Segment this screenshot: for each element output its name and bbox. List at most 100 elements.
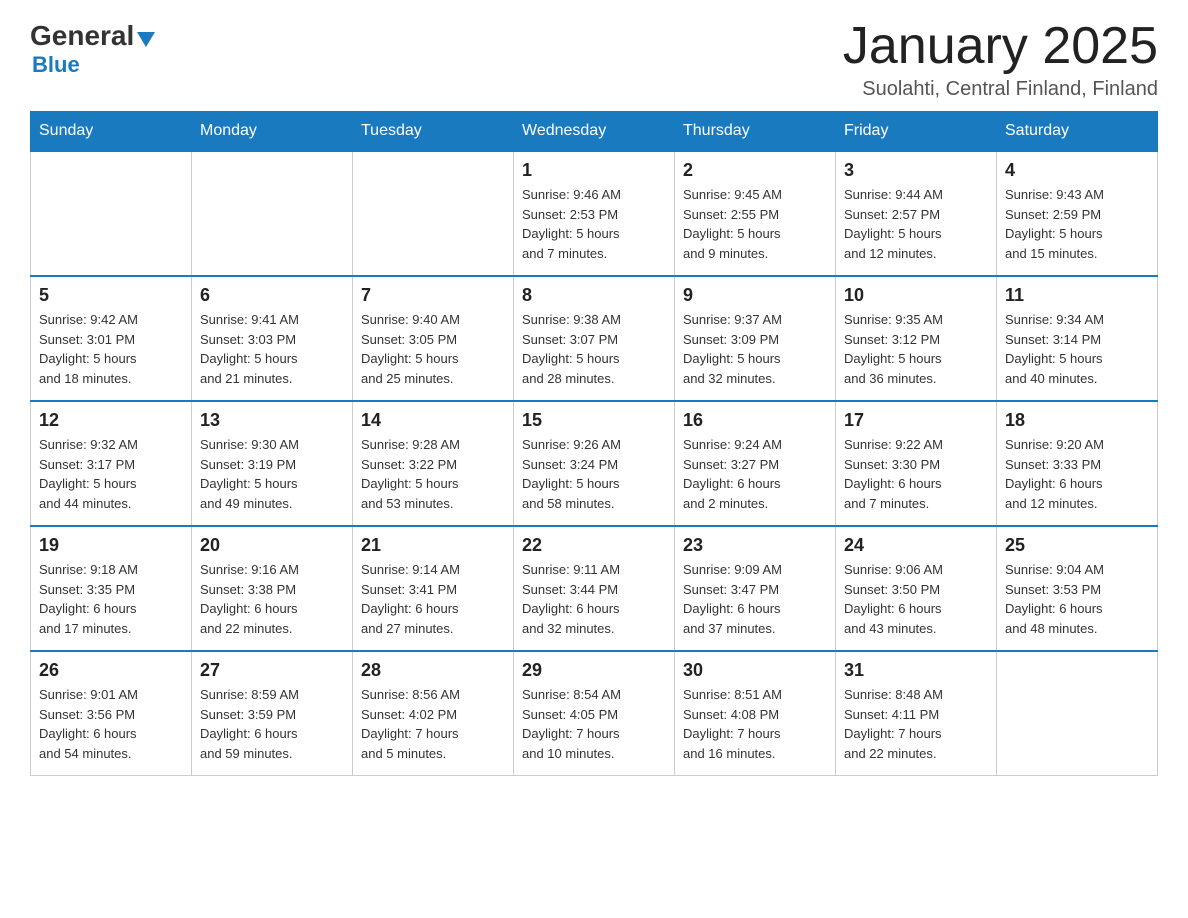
day-number: 15 (522, 410, 666, 431)
calendar-cell (353, 151, 514, 276)
logo-general-text: General (30, 20, 134, 52)
calendar-week-4: 26Sunrise: 9:01 AMSunset: 3:56 PMDayligh… (31, 651, 1158, 776)
day-info: Sunrise: 9:22 AMSunset: 3:30 PMDaylight:… (844, 435, 988, 513)
calendar-header-row: SundayMondayTuesdayWednesdayThursdayFrid… (31, 112, 1158, 152)
logo-triangle-icon (137, 32, 155, 47)
day-number: 11 (1005, 285, 1149, 306)
calendar-cell: 20 Sunrise: 9:16 AMSunset: 3:38 PMDayligh… (192, 526, 353, 651)
day-number: 23 (683, 535, 827, 556)
weekday-header-monday: Monday (192, 112, 353, 152)
day-number: 13 (200, 410, 344, 431)
calendar-cell: 6Sunrise: 9:41 AMSunset: 3:03 PMDaylight… (192, 276, 353, 401)
day-info: Sunrise: 9:09 AMSunset: 3:47 PMDaylight:… (683, 560, 827, 638)
calendar-cell (31, 151, 192, 276)
day-number: 28 (361, 660, 505, 681)
calendar-week-0: 1Sunrise: 9:46 AMSunset: 2:53 PMDaylight… (31, 151, 1158, 276)
weekday-header-wednesday: Wednesday (514, 112, 675, 152)
calendar-cell: 3Sunrise: 9:44 AMSunset: 2:57 PMDaylight… (836, 151, 997, 276)
day-info: Sunrise: 9:16 AMSunset: 3:38 PMDaylight:… (200, 560, 344, 638)
calendar-cell: 26Sunrise: 9:01 AMSunset: 3:56 PMDayligh… (31, 651, 192, 776)
day-info: Sunrise: 9:26 AMSunset: 3:24 PMDaylight:… (522, 435, 666, 513)
calendar-cell: 25 Sunrise: 9:04 AMSunset: 3:53 PMDayligh… (997, 526, 1158, 651)
day-info: Sunrise: 9:14 AMSunset: 3:41 PMDaylight:… (361, 560, 505, 638)
day-number: 7 (361, 285, 505, 306)
day-number: 19 (39, 535, 183, 556)
day-info: Sunrise: 9:20 AMSunset: 3:33 PMDaylight:… (1005, 435, 1149, 513)
weekday-header-tuesday: Tuesday (353, 112, 514, 152)
day-number: 9 (683, 285, 827, 306)
calendar-cell: 11 Sunrise: 9:34 AMSunset: 3:14 PMDayligh… (997, 276, 1158, 401)
day-number: 22 (522, 535, 666, 556)
calendar-cell: 18 Sunrise: 9:20 AMSunset: 3:33 PMDayligh… (997, 401, 1158, 526)
calendar-cell: 30 Sunrise: 8:51 AMSunset: 4:08 PMDayligh… (675, 651, 836, 776)
day-number: 18 (1005, 410, 1149, 431)
day-info: Sunrise: 8:51 AMSunset: 4:08 PMDaylight:… (683, 685, 827, 763)
calendar-table: SundayMondayTuesdayWednesdayThursdayFrid… (30, 111, 1158, 776)
weekday-header-saturday: Saturday (997, 112, 1158, 152)
day-number: 2 (683, 160, 827, 181)
day-info: Sunrise: 9:32 AMSunset: 3:17 PMDaylight:… (39, 435, 183, 513)
day-info: Sunrise: 8:59 AMSunset: 3:59 PMDaylight:… (200, 685, 344, 763)
title-block: January 2025 Suolahti, Central Finland, … (843, 20, 1158, 101)
calendar-cell: 5Sunrise: 9:42 AMSunset: 3:01 PMDaylight… (31, 276, 192, 401)
day-info: Sunrise: 9:37 AMSunset: 3:09 PMDaylight:… (683, 310, 827, 388)
day-info: Sunrise: 9:38 AMSunset: 3:07 PMDaylight:… (522, 310, 666, 388)
day-info: Sunrise: 9:30 AMSunset: 3:19 PMDaylight:… (200, 435, 344, 513)
day-info: Sunrise: 9:40 AMSunset: 3:05 PMDaylight:… (361, 310, 505, 388)
day-info: Sunrise: 9:11 AMSunset: 3:44 PMDaylight:… (522, 560, 666, 638)
day-number: 17 (844, 410, 988, 431)
day-info: Sunrise: 9:34 AMSunset: 3:14 PMDaylight:… (1005, 310, 1149, 388)
calendar-cell: 27 Sunrise: 8:59 AMSunset: 3:59 PMDayligh… (192, 651, 353, 776)
weekday-header-friday: Friday (836, 112, 997, 152)
day-info: Sunrise: 9:35 AMSunset: 3:12 PMDaylight:… (844, 310, 988, 388)
page-header: General Blue January 2025 Suolahti, Cent… (30, 20, 1158, 101)
day-info: Sunrise: 9:01 AMSunset: 3:56 PMDaylight:… (39, 685, 183, 763)
day-info: Sunrise: 9:44 AMSunset: 2:57 PMDaylight:… (844, 185, 988, 263)
calendar-cell: 28 Sunrise: 8:56 AMSunset: 4:02 PMDayligh… (353, 651, 514, 776)
calendar-cell: 21 Sunrise: 9:14 AMSunset: 3:41 PMDayligh… (353, 526, 514, 651)
day-info: Sunrise: 9:18 AMSunset: 3:35 PMDaylight:… (39, 560, 183, 638)
day-number: 27 (200, 660, 344, 681)
day-info: Sunrise: 8:54 AMSunset: 4:05 PMDaylight:… (522, 685, 666, 763)
day-info: Sunrise: 9:45 AMSunset: 2:55 PMDaylight:… (683, 185, 827, 263)
day-number: 8 (522, 285, 666, 306)
day-number: 16 (683, 410, 827, 431)
day-info: Sunrise: 9:46 AMSunset: 2:53 PMDaylight:… (522, 185, 666, 263)
day-number: 29 (522, 660, 666, 681)
weekday-header-thursday: Thursday (675, 112, 836, 152)
logo-blue-text: Blue (32, 52, 80, 77)
day-number: 31 (844, 660, 988, 681)
day-number: 20 (200, 535, 344, 556)
calendar-cell: 17 Sunrise: 9:22 AMSunset: 3:30 PMDayligh… (836, 401, 997, 526)
day-info: Sunrise: 9:43 AMSunset: 2:59 PMDaylight:… (1005, 185, 1149, 263)
day-number: 4 (1005, 160, 1149, 181)
calendar-cell: 19 Sunrise: 9:18 AMSunset: 3:35 PMDayligh… (31, 526, 192, 651)
logo: General Blue (30, 20, 155, 78)
day-info: Sunrise: 9:04 AMSunset: 3:53 PMDaylight:… (1005, 560, 1149, 638)
day-number: 21 (361, 535, 505, 556)
day-number: 25 (1005, 535, 1149, 556)
day-info: Sunrise: 9:28 AMSunset: 3:22 PMDaylight:… (361, 435, 505, 513)
day-info: Sunrise: 8:56 AMSunset: 4:02 PMDaylight:… (361, 685, 505, 763)
calendar-cell: 22 Sunrise: 9:11 AMSunset: 3:44 PMDayligh… (514, 526, 675, 651)
calendar-cell: 15 Sunrise: 9:26 AMSunset: 3:24 PMDayligh… (514, 401, 675, 526)
day-number: 10 (844, 285, 988, 306)
calendar-cell: 10 Sunrise: 9:35 AMSunset: 3:12 PMDayligh… (836, 276, 997, 401)
month-title: January 2025 (843, 20, 1158, 72)
day-number: 12 (39, 410, 183, 431)
calendar-cell: 8 Sunrise: 9:38 AMSunset: 3:07 PMDaylight… (514, 276, 675, 401)
calendar-cell (192, 151, 353, 276)
calendar-cell: 13 Sunrise: 9:30 AMSunset: 3:19 PMDayligh… (192, 401, 353, 526)
day-number: 30 (683, 660, 827, 681)
calendar-cell: 4 Sunrise: 9:43 AMSunset: 2:59 PMDaylight… (997, 151, 1158, 276)
day-number: 24 (844, 535, 988, 556)
location: Suolahti, Central Finland, Finland (843, 78, 1158, 101)
day-info: Sunrise: 9:24 AMSunset: 3:27 PMDaylight:… (683, 435, 827, 513)
day-info: Sunrise: 9:41 AMSunset: 3:03 PMDaylight:… (200, 310, 344, 388)
calendar-cell: 1Sunrise: 9:46 AMSunset: 2:53 PMDaylight… (514, 151, 675, 276)
calendar-cell: 14Sunrise: 9:28 AMSunset: 3:22 PMDayligh… (353, 401, 514, 526)
calendar-cell: 2 Sunrise: 9:45 AMSunset: 2:55 PMDaylight… (675, 151, 836, 276)
calendar-cell: 29 Sunrise: 8:54 AMSunset: 4:05 PMDayligh… (514, 651, 675, 776)
calendar-cell: 12 Sunrise: 9:32 AMSunset: 3:17 PMDayligh… (31, 401, 192, 526)
calendar-week-2: 12 Sunrise: 9:32 AMSunset: 3:17 PMDayligh… (31, 401, 1158, 526)
